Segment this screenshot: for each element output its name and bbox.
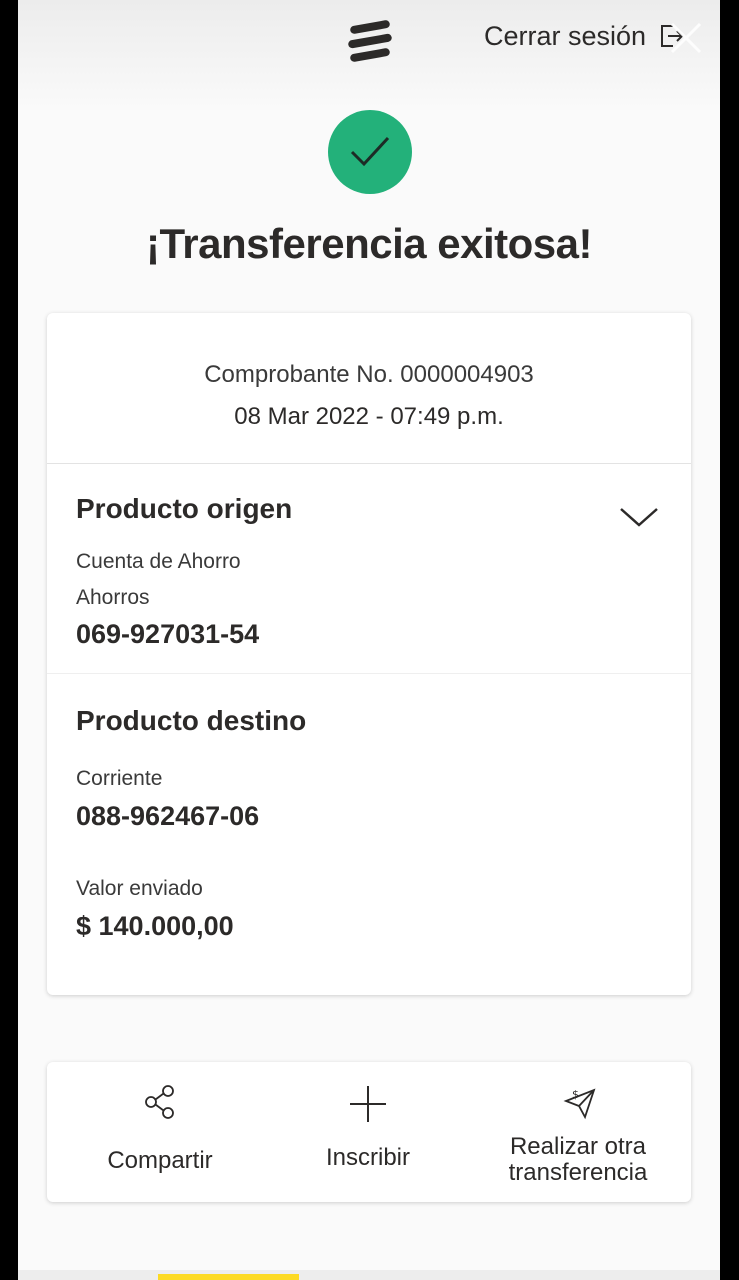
origin-title: Producto origen	[76, 493, 293, 524]
plus-icon	[350, 1086, 386, 1122]
enroll-label: Inscribir	[325, 1144, 410, 1171]
share-icon	[145, 1085, 174, 1119]
send-money-icon: $	[563, 1088, 596, 1120]
success-badge	[328, 110, 412, 194]
receipt-datetime: 08 Mar 2022 - 07:49 p.m.	[234, 403, 504, 430]
receipt-card: Comprobante No. 0000004903 08 Mar 2022 -…	[47, 313, 691, 995]
amount-label: Valor enviado	[76, 877, 203, 900]
logout-label: Cerrar sesión	[484, 20, 647, 51]
share-label: Compartir	[107, 1147, 213, 1174]
chevron-down-icon[interactable]	[619, 505, 659, 529]
destination-product-type: Corriente	[76, 767, 163, 790]
divider	[47, 673, 691, 674]
active-tab-indicator	[158, 1274, 299, 1280]
new-transfer-label-line2: transferencia	[508, 1159, 648, 1186]
receipt-number: Comprobante No. 0000004903	[204, 361, 534, 388]
share-button[interactable]: Compartir	[65, 1062, 255, 1202]
destination-title: Producto destino	[76, 705, 307, 736]
destination-account-number: 088-962467-06	[76, 801, 260, 831]
bank-logo-icon	[348, 20, 392, 62]
logout-button[interactable]: Cerrar sesión	[484, 18, 686, 54]
header: Cerrar sesión	[18, 0, 720, 110]
enroll-button[interactable]: Inscribir	[277, 1062, 459, 1202]
origin-product-type: Ahorros	[76, 586, 150, 609]
amount-value: $ 140.000,00	[76, 911, 234, 941]
bottom-nav	[18, 1270, 720, 1280]
divider	[47, 463, 691, 464]
actions-bar: Compartir Inscribir $ Realizar otra tran…	[47, 1062, 691, 1202]
origin-account-number: 069-927031-54	[76, 619, 260, 649]
new-transfer-button[interactable]: $ Realizar otra transferencia	[483, 1062, 673, 1202]
svg-text:$: $	[572, 1088, 579, 1101]
close-icon[interactable]	[662, 14, 710, 62]
transfer-success-screen: Cerrar sesión ¡Transferencia exitosa! Co…	[18, 0, 720, 1280]
origin-product-name: Cuenta de Ahorro	[76, 550, 241, 573]
new-transfer-label-line1: Realizar otra	[509, 1133, 647, 1160]
check-icon	[350, 136, 390, 167]
page-title: ¡Transferencia exitosa!	[145, 220, 593, 267]
